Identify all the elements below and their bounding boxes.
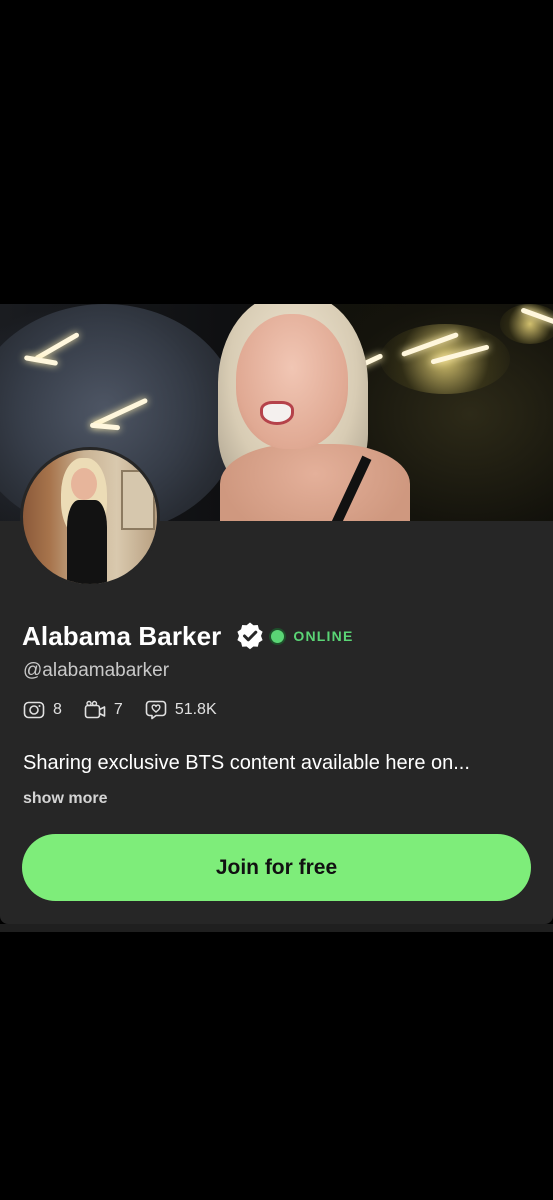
profile-name: Alabama Barker (22, 620, 222, 651)
profile-stats: 8 7 51.8K (23, 700, 239, 720)
join-for-free-button[interactable]: Join for free (22, 834, 531, 901)
heart-bubble-icon (145, 700, 167, 720)
stat-videos-count: 7 (113, 701, 123, 718)
stat-likes-count: 51.8K (174, 701, 217, 718)
online-indicator-icon (271, 629, 285, 643)
camera-icon (23, 701, 45, 719)
stat-likes: 51.8K (145, 700, 217, 720)
stat-photos: 8 (23, 700, 62, 720)
name-row: Alabama Barker ONLINE (22, 618, 354, 654)
verified-badge-icon (235, 621, 265, 651)
stat-videos: 7 (84, 700, 123, 720)
avatar[interactable] (20, 447, 160, 587)
profile-handle: @alabamabarker (23, 660, 170, 681)
online-status: ONLINE (293, 628, 354, 644)
show-more-link[interactable]: show more (23, 790, 107, 808)
video-camera-icon (84, 700, 106, 719)
profile-bio: Sharing exclusive BTS content available … (23, 752, 470, 774)
profile-card: Alabama Barker ONLINE @alabamabarker 8 7… (0, 304, 553, 924)
stat-photos-count: 8 (53, 701, 62, 718)
card-bottom-edge (0, 924, 553, 932)
